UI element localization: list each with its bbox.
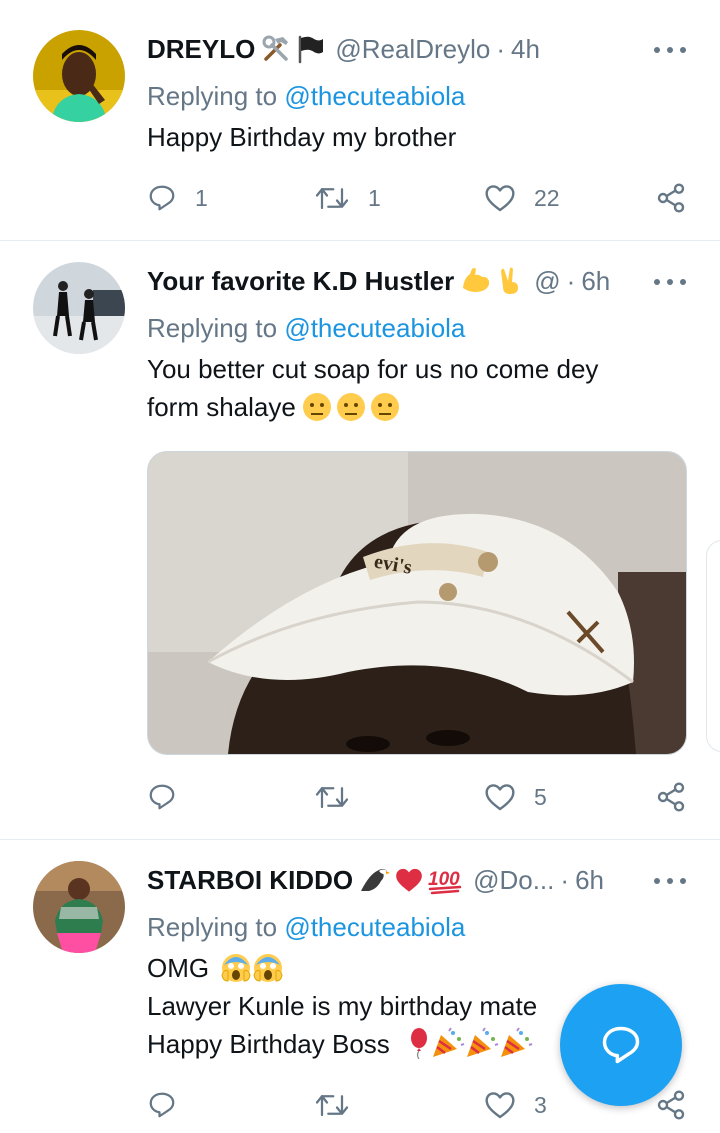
retweet-icon	[315, 188, 349, 210]
replying-to-label: Replying to	[147, 313, 278, 343]
hammer-wrench-icon	[262, 35, 289, 61]
name-badges	[460, 266, 524, 296]
rolling-eyes-icon	[337, 393, 366, 421]
handle[interactable]: @	[534, 266, 560, 297]
name-badges: 100	[359, 865, 463, 895]
victory-hand-icon	[501, 267, 519, 294]
flexed-biceps-icon	[463, 268, 490, 292]
black-flag-icon	[299, 35, 324, 64]
separator-dot: ·	[566, 265, 576, 296]
display-name[interactable]: STARBOI KIDDO	[147, 865, 353, 896]
replying-to-label: Replying to	[147, 81, 278, 111]
heart-icon	[485, 784, 515, 811]
avatar[interactable]	[33, 262, 125, 354]
tweet-header: DREYLO @RealDreylo · 4h	[147, 32, 650, 66]
reply-mention-link[interactable]: @thecuteabiola	[284, 912, 465, 942]
handle[interactable]: @Do...	[473, 865, 554, 896]
party-popper-icon	[433, 1027, 465, 1057]
reply-icon	[149, 185, 175, 211]
tweet-actions: 5	[147, 777, 692, 817]
display-name[interactable]: DREYLO	[147, 34, 255, 65]
more-options-icon[interactable]	[654, 876, 686, 886]
rolling-eyes-icon	[303, 393, 332, 421]
share-icon	[657, 183, 685, 213]
heart-icon	[485, 185, 515, 212]
tweet-text-line: Happy Birthday my brother	[147, 122, 457, 152]
balloon-icon	[411, 1028, 428, 1060]
tweet-divider	[0, 839, 720, 840]
like-button[interactable]: 5	[484, 777, 547, 817]
retweet-button[interactable]: 1	[314, 178, 381, 218]
tweet-text-line: Happy Birthday Boss	[147, 1029, 390, 1059]
replying-to-label: Replying to	[147, 912, 278, 942]
reply-button[interactable]: 1	[147, 178, 208, 218]
share-icon	[657, 782, 685, 812]
tweet-divider	[0, 240, 720, 241]
replying-to: Replying to @thecuteabiola	[147, 313, 465, 344]
share-button[interactable]	[655, 178, 687, 218]
reply-mention-link[interactable]: @thecuteabiola	[284, 313, 465, 343]
name-badges	[261, 34, 325, 64]
more-options-icon[interactable]	[654, 277, 686, 287]
party-popper-icon	[467, 1027, 499, 1057]
tweet-text-line: OMG	[147, 953, 210, 983]
retweet-icon	[315, 787, 349, 809]
party-popper-icon	[501, 1027, 533, 1057]
share-button[interactable]	[655, 777, 687, 817]
retweet-count: 1	[368, 184, 381, 211]
display-name[interactable]: Your favorite K.D Hustler	[147, 266, 454, 297]
heart-icon	[485, 1092, 515, 1119]
like-button[interactable]: 3	[484, 1085, 547, 1125]
reply-mention-link[interactable]: @thecuteabiola	[284, 81, 465, 111]
tweet-text-line-with-emoji: form shalaye	[147, 388, 660, 426]
screaming-face-icon	[221, 954, 251, 982]
tweet-header: Your favorite K.D Hustler @ · 6h	[147, 264, 650, 298]
eagle-icon	[361, 869, 391, 891]
reply-count: 1	[195, 184, 208, 211]
more-options-icon[interactable]	[654, 45, 686, 55]
separator-dot: ·	[496, 33, 506, 64]
handle[interactable]: @RealDreylo	[335, 34, 490, 65]
red-heart-icon	[396, 868, 422, 892]
tweet-text: Happy Birthday my brother	[147, 118, 660, 156]
like-count: 3	[534, 1091, 547, 1118]
tweet-text-line: form shalaye	[147, 392, 296, 422]
tweet-text-line: You better cut soap for us no come dey	[147, 354, 599, 384]
timestamp[interactable]: 6h	[575, 865, 604, 896]
edge-panel-handle[interactable]	[706, 540, 720, 752]
reply-button[interactable]	[147, 777, 195, 817]
separator-dot: ·	[560, 864, 570, 895]
like-count: 22	[534, 184, 560, 211]
tweet-actions: 1 1 22	[147, 178, 692, 218]
avatar[interactable]	[33, 861, 125, 953]
reply-icon	[149, 1092, 175, 1118]
tweet-header: STARBOI KIDDO 100 @Do... · 6h	[147, 863, 650, 897]
compose-reply-icon	[602, 1026, 640, 1064]
reply-icon	[149, 784, 175, 810]
reply-button[interactable]	[147, 1085, 195, 1125]
replying-to: Replying to @thecuteabiola	[147, 81, 465, 112]
retweet-button[interactable]	[314, 1085, 368, 1125]
compose-reply-button[interactable]	[560, 984, 682, 1106]
avatar[interactable]	[33, 30, 125, 122]
tweet-text: You better cut soap for us no come dey f…	[147, 350, 660, 426]
screaming-face-icon	[253, 954, 283, 982]
share-icon	[657, 1090, 685, 1120]
like-count: 5	[534, 783, 547, 810]
like-button[interactable]: 22	[484, 178, 560, 218]
tweet-media-image[interactable]: evi's	[147, 451, 687, 755]
timestamp[interactable]: 6h	[581, 266, 610, 297]
hundred-points-icon: 100	[428, 869, 462, 895]
retweet-icon	[315, 1095, 349, 1117]
replying-to: Replying to @thecuteabiola	[147, 912, 465, 943]
rolling-eyes-icon	[371, 393, 400, 421]
timestamp[interactable]: 4h	[511, 34, 540, 65]
retweet-button[interactable]	[314, 777, 368, 817]
tweet-text-line-with-emoji: OMG	[147, 949, 660, 987]
